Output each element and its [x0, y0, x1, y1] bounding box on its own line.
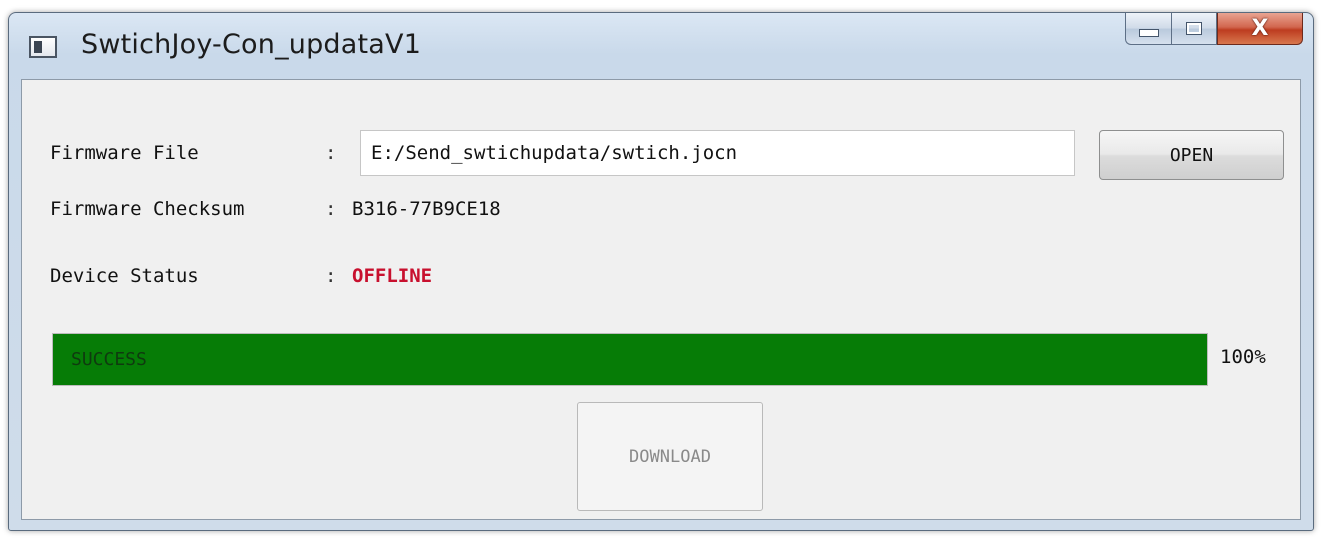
device-status-value: OFFLINE: [352, 265, 433, 287]
caption-buttons: X: [1125, 13, 1303, 47]
firmware-file-label: Firmware File: [50, 142, 199, 164]
minimize-button[interactable]: [1125, 13, 1171, 45]
progress-fill: [53, 334, 1207, 385]
firmware-checksum-colon: :: [325, 198, 337, 220]
client-area: Firmware File : E:/Send_swtichupdata/swt…: [21, 79, 1301, 520]
close-icon: X: [1251, 15, 1269, 41]
minimize-icon: [1138, 28, 1159, 37]
open-button[interactable]: OPEN: [1099, 130, 1284, 180]
firmware-checksum-value: B316-77B9CE18: [352, 198, 501, 220]
device-status-label: Device Status: [50, 265, 199, 287]
maximize-icon: [1186, 22, 1202, 35]
progress-bar: SUCCESS: [52, 333, 1208, 386]
app-window: SwtichJoy-Con_updataV1 X Firmware File :…: [8, 12, 1314, 531]
download-button[interactable]: DOWNLOAD: [577, 402, 763, 511]
close-button[interactable]: X: [1217, 13, 1303, 45]
firmware-file-input[interactable]: E:/Send_swtichupdata/swtich.jocn: [360, 130, 1075, 176]
app-window-icon[interactable]: [29, 36, 57, 58]
firmware-checksum-label: Firmware Checksum: [50, 198, 245, 220]
device-status-colon: :: [325, 265, 337, 287]
maximize-button[interactable]: [1171, 13, 1217, 45]
title-bar[interactable]: SwtichJoy-Con_updataV1 X: [9, 13, 1313, 79]
progress-status-text: SUCCESS: [71, 349, 147, 370]
progress-percent: 100%: [1220, 346, 1266, 368]
firmware-file-colon: :: [325, 142, 337, 164]
window-title: SwtichJoy-Con_updataV1: [81, 29, 422, 60]
